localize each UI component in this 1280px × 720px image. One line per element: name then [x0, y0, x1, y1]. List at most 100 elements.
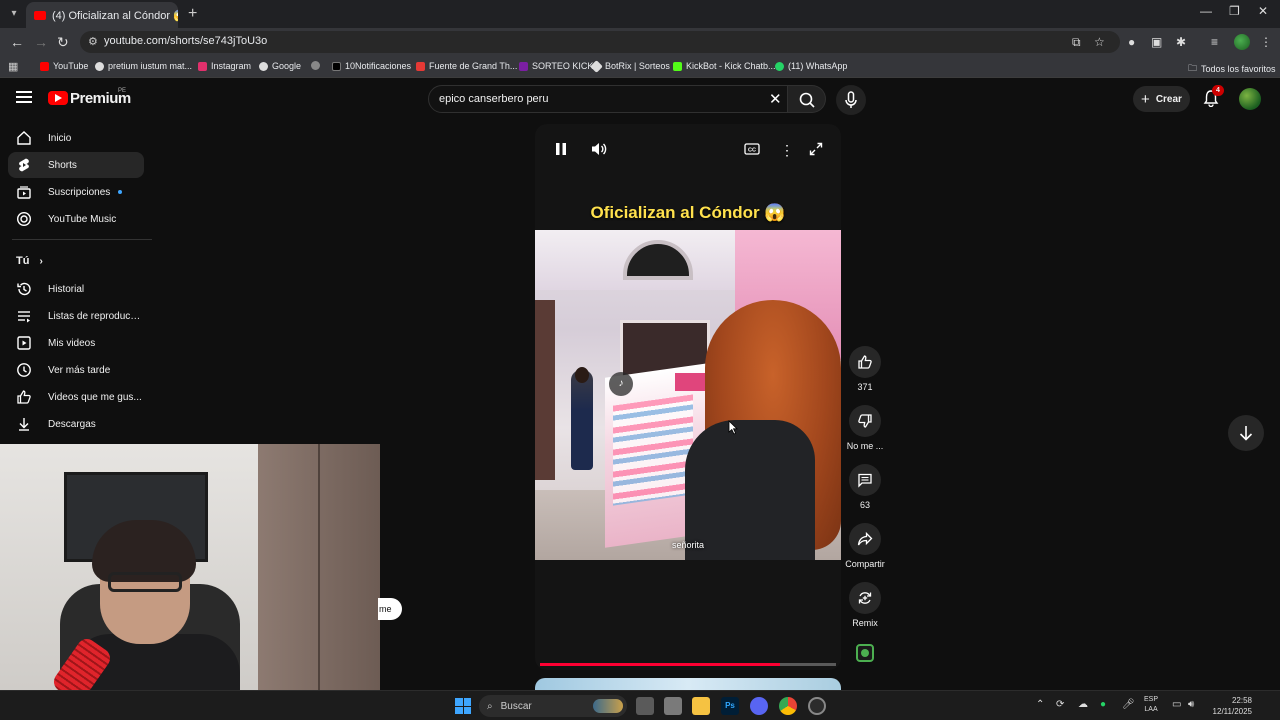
comments-button[interactable]: 63 [837, 464, 893, 510]
volume-icon[interactable] [591, 142, 607, 159]
home-icon [16, 130, 32, 146]
like-button[interactable]: 371 [837, 346, 893, 392]
chrome-icon[interactable] [779, 697, 797, 715]
bookmark-kickbot[interactable]: KickBot - Kick Chatb... [673, 61, 776, 71]
remix-button[interactable]: Remix [837, 582, 893, 628]
taskbar-clock[interactable]: 22:58 12/11/2025 [1206, 695, 1252, 717]
url-text[interactable]: youtube.com/shorts/se743jToU3o [104, 35, 267, 47]
bookmark-instagram[interactable]: Instagram [198, 61, 251, 71]
share-label: Compartir [845, 559, 885, 569]
pause-icon[interactable] [554, 142, 568, 159]
app-icon[interactable] [808, 697, 826, 715]
tab-title: (4) Oficializan al Cóndor 😱 [52, 9, 178, 22]
sidebar-item-playlists[interactable]: Listas de reproducc... [8, 303, 144, 329]
tray-green-app-icon[interactable]: ● [1100, 699, 1106, 710]
sidebar-item-liked-videos[interactable]: Videos que me gus... [8, 384, 144, 410]
discord-icon[interactable] [750, 697, 768, 715]
site-info-icon[interactable]: ⚙ [88, 35, 98, 48]
menu-icon[interactable] [16, 91, 32, 103]
search-query[interactable]: epico canserbero peru [439, 93, 548, 105]
dislike-button[interactable]: No me ... [837, 405, 893, 451]
window-close-icon[interactable]: ✕ [1258, 4, 1268, 18]
playlists-icon [16, 308, 32, 324]
taskbar-search[interactable]: ⌕ Buscar [479, 695, 627, 717]
windows-start-icon[interactable] [455, 698, 471, 714]
search-button[interactable] [788, 85, 826, 113]
all-bookmarks-folder[interactable]: 🗀 Todos los favoritos [1188, 61, 1276, 77]
onedrive-icon[interactable]: ☁ [1078, 699, 1088, 710]
shorts-player[interactable]: CC ⋮ Oficializan al Cóndor 😱 ♪ señorita [535, 124, 841, 670]
sidebar-item-ver-mas-tarde[interactable]: Ver más tarde [8, 357, 144, 383]
search-highlight-icon [593, 699, 623, 713]
bookmark-whatsapp[interactable]: (11) WhatsApp [775, 61, 847, 71]
downloads-icon [16, 416, 32, 432]
you-section-header[interactable]: Tú › [16, 255, 43, 267]
address-bar[interactable]: ⚙ youtube.com/shorts/se743jToU3o [80, 31, 1120, 53]
fullscreen-icon[interactable] [809, 142, 823, 159]
bookmark-google[interactable]: Google [259, 61, 301, 71]
video-progress-bar[interactable] [540, 663, 836, 666]
bookmark-grand-theft[interactable]: Fuente de Grand Th... [416, 61, 517, 71]
remix-icon [849, 582, 881, 614]
media-control-icon[interactable]: ≡ [1211, 35, 1218, 49]
back-icon[interactable]: ← [10, 34, 24, 50]
sidebar-item-mis-videos[interactable]: Mis videos [8, 330, 144, 356]
share-button[interactable]: Compartir [837, 523, 893, 569]
bookmark-globe[interactable] [311, 61, 320, 70]
thumbs-down-icon [849, 405, 881, 437]
minimize-icon[interactable]: — [1200, 4, 1212, 18]
input-language[interactable]: ESP LAA [1144, 695, 1158, 715]
photoshop-icon[interactable]: Ps [721, 697, 739, 715]
browser-menu-icon[interactable]: ⋮ [1260, 35, 1272, 49]
youtube-logo-icon[interactable] [48, 91, 68, 105]
sidebar-item-inicio[interactable]: Inicio [8, 125, 144, 151]
sidebar-item-suscripciones[interactable]: Suscripciones [8, 179, 144, 205]
bookmark-star-icon[interactable]: ☆ [1094, 35, 1105, 49]
tray-app-icon[interactable]: ⟳ [1056, 699, 1064, 710]
sidebar-item-historial[interactable]: Historial [8, 276, 144, 302]
file-explorer-icon[interactable] [692, 697, 710, 715]
create-button[interactable]: + Crear [1133, 86, 1190, 112]
reload-icon[interactable]: ↻ [57, 34, 69, 51]
extensions-puzzle-icon[interactable]: ✱ [1176, 35, 1186, 49]
tray-chevron-icon[interactable]: ⌃ [1036, 699, 1044, 710]
bookmark-10notificaciones[interactable]: 10Notificaciones [332, 61, 411, 71]
extension-icon[interactable]: ● [1128, 35, 1135, 49]
tray-mic-icon[interactable]: 🎤︎ [1122, 699, 1135, 710]
forward-icon[interactable]: → [34, 34, 48, 50]
shorts-icon [16, 157, 32, 173]
volume-tray-icon[interactable]: 🔊︎ [1188, 699, 1194, 710]
sidebar-item-descargas[interactable]: Descargas [8, 411, 144, 437]
browser-tab-active[interactable]: (4) Oficializan al Cóndor 😱 🔊 ✕ [26, 2, 178, 28]
sidebar-item-shorts[interactable]: Shorts [8, 152, 144, 178]
task-view-icon[interactable] [636, 697, 654, 715]
bookmark-youtube[interactable]: YouTube [40, 61, 88, 71]
file-icon[interactable] [664, 697, 682, 715]
audio-source-thumbnail[interactable] [856, 644, 874, 662]
bookmark-botrix[interactable]: BotRix | Sorteos [590, 59, 670, 73]
clear-search-icon[interactable]: ✕ [769, 90, 782, 108]
sidebar-item-youtube-music[interactable]: YouTube Music [8, 206, 144, 232]
browser-profile-avatar[interactable] [1234, 34, 1250, 50]
video-frame[interactable]: ♪ [535, 230, 841, 560]
chevron-right-icon: › [39, 255, 43, 267]
next-short-button[interactable] [1228, 415, 1264, 451]
user-avatar[interactable] [1239, 88, 1261, 110]
microphone-icon [845, 91, 857, 108]
bookmark-sorteo-kick[interactable]: SORTEO KICK [519, 61, 593, 71]
thumbs-up-icon [849, 346, 881, 378]
apps-grid-icon[interactable]: ▦ [8, 60, 18, 73]
tab-search-icon[interactable]: ▾ [6, 6, 22, 22]
restore-icon[interactable]: ❐ [1229, 4, 1240, 18]
search-input[interactable]: epico canserbero peru ✕ [428, 85, 788, 113]
extension-icon-2[interactable]: ▣ [1151, 35, 1162, 49]
captions-icon[interactable]: CC [744, 142, 760, 159]
new-tab-button[interactable]: + [188, 5, 197, 23]
next-short-preview[interactable] [535, 678, 841, 690]
bookmark-pretium[interactable]: pretium iustum mat... [95, 61, 192, 71]
voice-search-button[interactable] [836, 85, 866, 115]
network-icon[interactable]: ▭ [1172, 699, 1181, 710]
install-app-icon[interactable]: ⧉ [1072, 35, 1081, 50]
bookmarks-bar: ▦ YouTube pretium iustum mat... Instagra… [0, 56, 1280, 78]
more-options-icon[interactable]: ⋮ [780, 142, 794, 159]
